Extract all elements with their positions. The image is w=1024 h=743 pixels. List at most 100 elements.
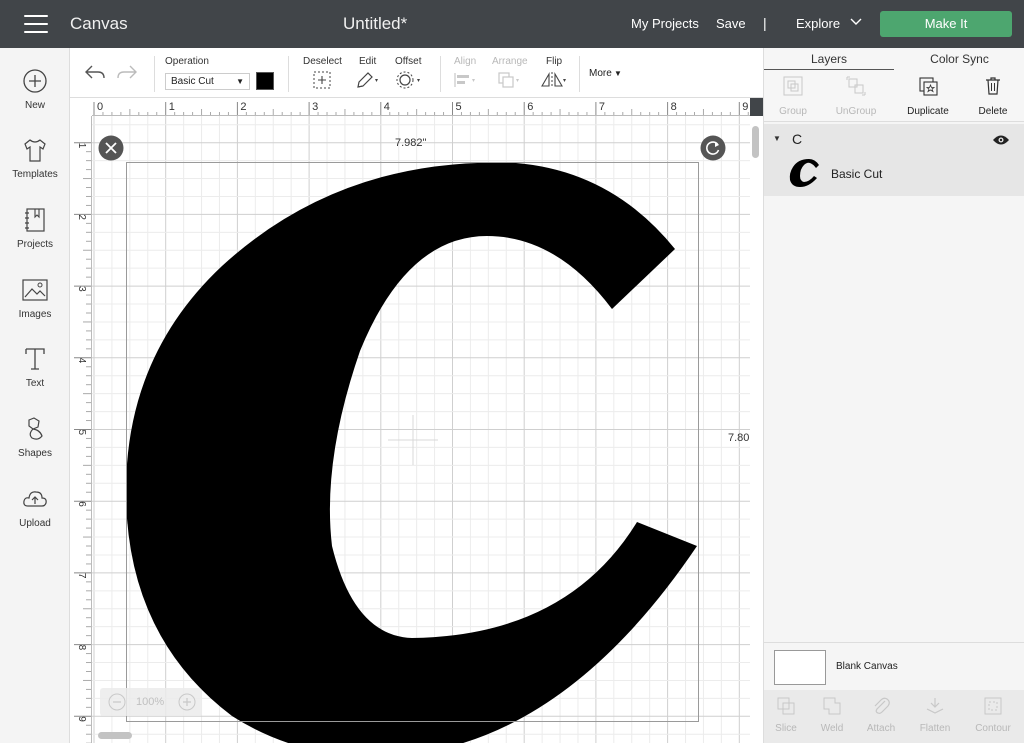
my-projects-link[interactable]: My Projects (631, 16, 699, 31)
contour-icon (982, 695, 1004, 717)
layer-group[interactable]: ▼ C Basic Cut (764, 124, 1024, 196)
redo-icon[interactable] (116, 62, 138, 82)
sidebar-item-shapes[interactable]: Shapes (0, 414, 70, 459)
align-icon[interactable] (452, 70, 480, 90)
panel-tabs: Layers Color Sync (764, 48, 1024, 70)
duplicate-button[interactable]: Duplicate (898, 75, 958, 117)
sidebar-item-new[interactable]: New (0, 66, 70, 111)
sidebar-item-label: Images (18, 309, 52, 320)
document-title[interactable]: Untitled* (343, 14, 407, 34)
undo-icon[interactable] (84, 62, 106, 82)
group-label: Group (779, 106, 807, 117)
shirt-icon (20, 135, 50, 165)
width-readout: 7.982" (395, 137, 427, 149)
sidebar-item-text[interactable]: Text (0, 344, 70, 389)
offset-icon[interactable] (396, 70, 424, 90)
attach-label: Attach (866, 723, 896, 734)
duplicate-icon (917, 75, 939, 97)
plus-circle-icon (20, 66, 50, 96)
caret-down-icon: ▼ (236, 77, 244, 86)
sidebar-item-projects[interactable]: Projects (0, 205, 70, 250)
toolbar-divider (288, 56, 289, 92)
offset-label: Offset (395, 56, 422, 67)
edit-pencil-icon[interactable] (355, 70, 383, 90)
blank-canvas-row[interactable]: Blank Canvas (764, 642, 1024, 690)
design-canvas[interactable]: 7.982" 7.80 100% (92, 116, 750, 743)
vertical-scrollbar-thumb[interactable] (752, 126, 759, 158)
make-it-button[interactable]: Make It (880, 11, 1012, 37)
flatten-icon (924, 695, 946, 717)
deselect-label: Deselect (303, 56, 342, 67)
tab-layers[interactable]: Layers (764, 48, 894, 70)
sidebar-item-label: Templates (12, 169, 58, 180)
align-label: Align (454, 56, 477, 67)
layer-thumbnail (789, 157, 823, 189)
ruler-tick-label: 0 (97, 101, 103, 113)
ungroup-icon (845, 75, 867, 97)
eye-visibility-icon[interactable] (992, 134, 1010, 146)
ruler-tick-label: 4 (384, 101, 390, 113)
deselect-icon[interactable] (312, 70, 332, 90)
horizontal-scrollbar[interactable] (98, 732, 132, 739)
bottom-actions: Slice Weld Attach Flatten Contour (764, 690, 1024, 743)
sidebar-item-upload[interactable]: Upload (0, 484, 70, 529)
ruler-tick-label: 2 (76, 214, 87, 220)
attach-button[interactable]: Attach (851, 695, 911, 734)
layer-group-name: C (792, 131, 803, 147)
sidebar-item-templates[interactable]: Templates (0, 135, 70, 180)
ruler-tick-label: 6 (76, 501, 87, 507)
ungroup-label: UnGroup (835, 106, 877, 117)
arrange-icon[interactable] (496, 70, 524, 90)
hamburger-menu-icon[interactable] (24, 15, 48, 33)
ruler-tick-label: 1 (76, 143, 87, 149)
vertical-scrollbar[interactable] (750, 116, 763, 743)
sidebar-item-label: New (24, 100, 45, 111)
save-link[interactable]: Save (716, 16, 746, 31)
ruler-tick-label: 2 (240, 101, 246, 113)
nav-separator: | (763, 15, 767, 31)
app-window: Canvas Untitled* My Projects Save | Expl… (0, 0, 1024, 743)
ungroup-button[interactable]: UnGroup (826, 75, 886, 117)
sidebar-item-images[interactable]: Images (0, 275, 70, 320)
more-menu[interactable]: More ▼ (589, 68, 622, 79)
ruler-tick-label: 3 (76, 286, 87, 292)
caret-down-icon: ▼ (611, 69, 622, 78)
operation-label: Operation (165, 56, 209, 67)
ruler-vertical: 1 2 3 4 5 6 7 8 9 (70, 116, 92, 743)
ruler-tick-label: 7 (76, 573, 87, 579)
ruler-tick-label: 8 (76, 645, 87, 651)
delete-button[interactable]: Delete (963, 75, 1023, 117)
collapse-caret-icon[interactable]: ▼ (773, 134, 781, 143)
ruler-corner (70, 98, 92, 116)
contour-button[interactable]: Contour (963, 695, 1023, 734)
right-panel: Layers Color Sync Group UnGroup Duplicat… (763, 48, 1024, 743)
sidebar-item-label: Upload (19, 518, 51, 529)
zoom-in-icon[interactable] (178, 693, 196, 711)
ruler-tick-label: 4 (76, 358, 87, 364)
tab-color-sync[interactable]: Color Sync (894, 48, 1024, 70)
group-button[interactable]: Group (763, 75, 823, 117)
flatten-label: Flatten (919, 723, 951, 734)
zoom-control: 100% (100, 688, 202, 716)
zoom-out-icon[interactable] (108, 693, 126, 711)
flip-icon[interactable] (540, 70, 570, 90)
toolbar-divider (154, 56, 155, 92)
sidebar-item-label: Shapes (18, 448, 52, 459)
explore-menu[interactable]: Explore (796, 16, 862, 31)
flatten-button[interactable]: Flatten (905, 695, 965, 734)
color-swatch[interactable] (256, 72, 274, 90)
paperclip-icon (870, 695, 892, 717)
close-handle-icon[interactable] (98, 135, 124, 161)
cloud-upload-icon (20, 484, 50, 514)
rotate-handle-icon[interactable] (700, 135, 726, 161)
blank-canvas-label: Blank Canvas (836, 661, 898, 672)
sidebar-item-label: Projects (16, 239, 54, 250)
trash-icon (982, 75, 1004, 97)
duplicate-label: Duplicate (907, 106, 949, 117)
ruler-tick-label: 7 (599, 101, 605, 113)
operation-select[interactable]: Basic Cut ▼ (165, 73, 250, 90)
arrange-label: Arrange (492, 56, 528, 67)
explore-label: Explore (796, 16, 841, 31)
ruler-tick-label: 1 (169, 101, 175, 113)
operation-value: Basic Cut (171, 76, 214, 87)
